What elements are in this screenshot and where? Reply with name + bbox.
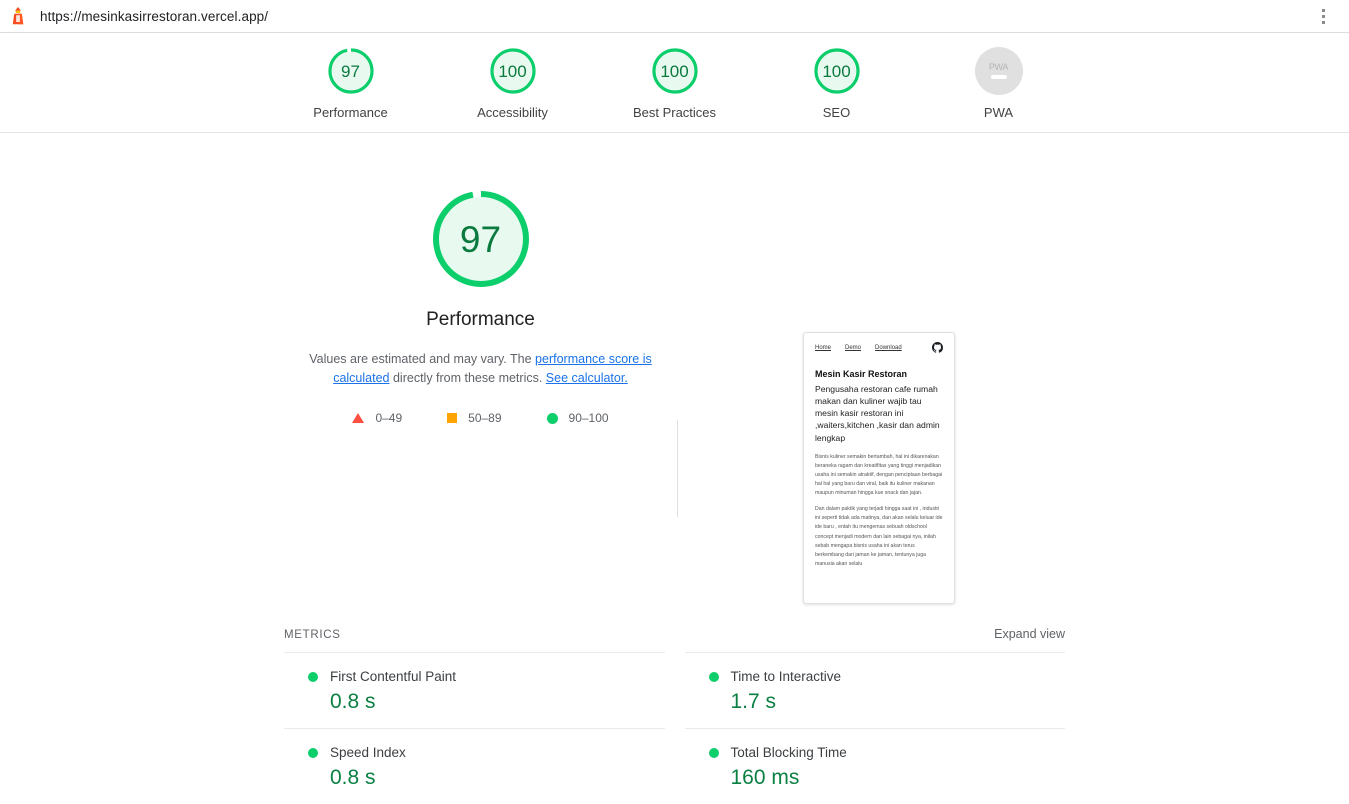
- score-label: Accessibility: [477, 105, 548, 120]
- pwa-badge-icon: PWA: [974, 47, 1023, 95]
- more-vertical-icon[interactable]: [1315, 8, 1331, 24]
- score-label: Performance: [313, 105, 388, 120]
- scores-section: 97 Performance 100 Accessibility 100 Bes…: [0, 33, 1349, 133]
- metrics-title: METRICS: [284, 629, 341, 641]
- metric-speed-index[interactable]: Speed Index 0.8 s: [284, 728, 665, 804]
- gauge-seo: 100: [813, 47, 861, 95]
- score-item-accessibility[interactable]: 100 Accessibility: [465, 47, 561, 120]
- metric-first-contentful-paint[interactable]: First Contentful Paint 0.8 s: [284, 652, 665, 728]
- lighthouse-icon: [12, 7, 24, 25]
- legend-item-average: 50–89: [447, 411, 502, 425]
- score-label: SEO: [822, 105, 851, 120]
- page-title: Performance: [426, 309, 535, 330]
- gauge-performance: 97: [327, 47, 375, 95]
- score-label: PWA: [983, 105, 1014, 120]
- square-icon: [447, 413, 458, 423]
- score-item-best-practices[interactable]: 100 Best Practices: [627, 47, 723, 120]
- metric-time-to-interactive[interactable]: Time to Interactive 1.7 s: [684, 652, 1065, 728]
- score-value: 100: [498, 61, 527, 81]
- metric-total-blocking-time[interactable]: Total Blocking Time 160 ms: [684, 728, 1066, 804]
- see-calculator-link[interactable]: See calculator.: [546, 371, 628, 385]
- metric-label: Speed Index: [330, 745, 406, 760]
- score-value: 100: [660, 61, 689, 81]
- metrics-section: METRICS Expand view First Contentful Pai…: [284, 627, 1065, 804]
- score-label: Best Practices: [632, 105, 717, 120]
- score-item-seo[interactable]: 100 SEO: [789, 47, 885, 120]
- scores-row: 97 Performance 100 Accessibility 100 Bes…: [0, 47, 1349, 120]
- thumbnail-nav-demo: Demo: [845, 344, 862, 351]
- hero-score-value: 97: [459, 218, 502, 260]
- vertical-divider: [677, 420, 678, 517]
- main-content: 97 Performance Values are estimated and …: [0, 133, 1349, 789]
- score-value: 100: [822, 61, 851, 81]
- thumbnail-paragraph-1: Bisnis kuliner semakin bertambah, hal in…: [815, 453, 943, 497]
- url-text[interactable]: https://mesinkasirrestoran.vercel.app/: [40, 9, 268, 24]
- thumbnail-paragraph-2: Dan dalam paktik yang terjadi hingga saa…: [815, 506, 943, 567]
- hero-desc-part2: directly from these metrics.: [389, 371, 546, 385]
- gauge-best-practices: 100: [651, 47, 699, 95]
- legend-item-pass: 90–100: [546, 411, 609, 425]
- status-circle-icon: [308, 671, 318, 682]
- circle-icon: [546, 412, 558, 424]
- gauge-accessibility: 100: [489, 47, 537, 95]
- metric-value: 160 ms: [730, 766, 800, 789]
- score-item-performance[interactable]: 97 Performance: [303, 47, 399, 120]
- metric-header: Total Blocking Time: [708, 745, 1066, 760]
- hero-section: 97 Performance Values are estimated and …: [0, 133, 1349, 604]
- triangle-icon: [352, 413, 365, 423]
- thumbnail-nav-home: Home: [815, 344, 832, 351]
- browser-top-bar: https://mesinkasirrestoran.vercel.app/: [0, 0, 1349, 33]
- legend-item-fail: 0–49: [352, 411, 402, 425]
- metric-label: Total Blocking Time: [730, 745, 847, 760]
- thumbnail-heading: Mesin Kasir Restoran: [815, 369, 908, 379]
- status-circle-icon: [708, 671, 719, 682]
- metric-value: 0.8 s: [330, 766, 376, 789]
- thumbnail-frame: Home Demo Download Mesin Kasir Restoran …: [803, 332, 955, 604]
- status-circle-icon: [708, 747, 719, 758]
- metrics-grid: First Contentful Paint 0.8 s Time to Int…: [284, 652, 1065, 804]
- hero-desc-part1: Values are estimated and may vary. The: [309, 352, 536, 366]
- status-circle-icon: [308, 747, 318, 758]
- metric-value: 1.7 s: [730, 690, 777, 713]
- score-value: 97: [341, 61, 360, 81]
- score-legend: 0–49 50–89 90–100: [352, 411, 609, 425]
- github-icon: [932, 342, 943, 353]
- legend-range: 50–89: [468, 411, 502, 425]
- gauge-performance-large: 97: [431, 189, 531, 289]
- page-thumbnail: Home Demo Download Mesin Kasir Restoran …: [803, 332, 955, 604]
- pwa-badge-text: PWA: [988, 62, 1009, 73]
- metric-value: 0.8 s: [330, 690, 376, 713]
- legend-range: 0–49: [375, 411, 403, 425]
- thumbnail-nav-download: Download: [875, 344, 902, 351]
- expand-view-button[interactable]: Expand view: [994, 627, 1065, 641]
- pwa-dash-icon: [990, 75, 1007, 79]
- score-item-pwa[interactable]: PWA PWA: [951, 47, 1047, 120]
- metric-header: Speed Index: [308, 745, 665, 760]
- thumbnail-lead: Pengusaha restoran cafe rumah makan dan …: [815, 383, 940, 443]
- thumbnail-nav: Home Demo Download: [815, 342, 943, 353]
- hero-score-block: 97 Performance Values are estimated and …: [284, 187, 677, 425]
- hero-description: Values are estimated and may vary. The p…: [306, 350, 656, 388]
- legend-range: 90–100: [568, 411, 609, 425]
- metrics-header: METRICS Expand view: [284, 627, 1065, 652]
